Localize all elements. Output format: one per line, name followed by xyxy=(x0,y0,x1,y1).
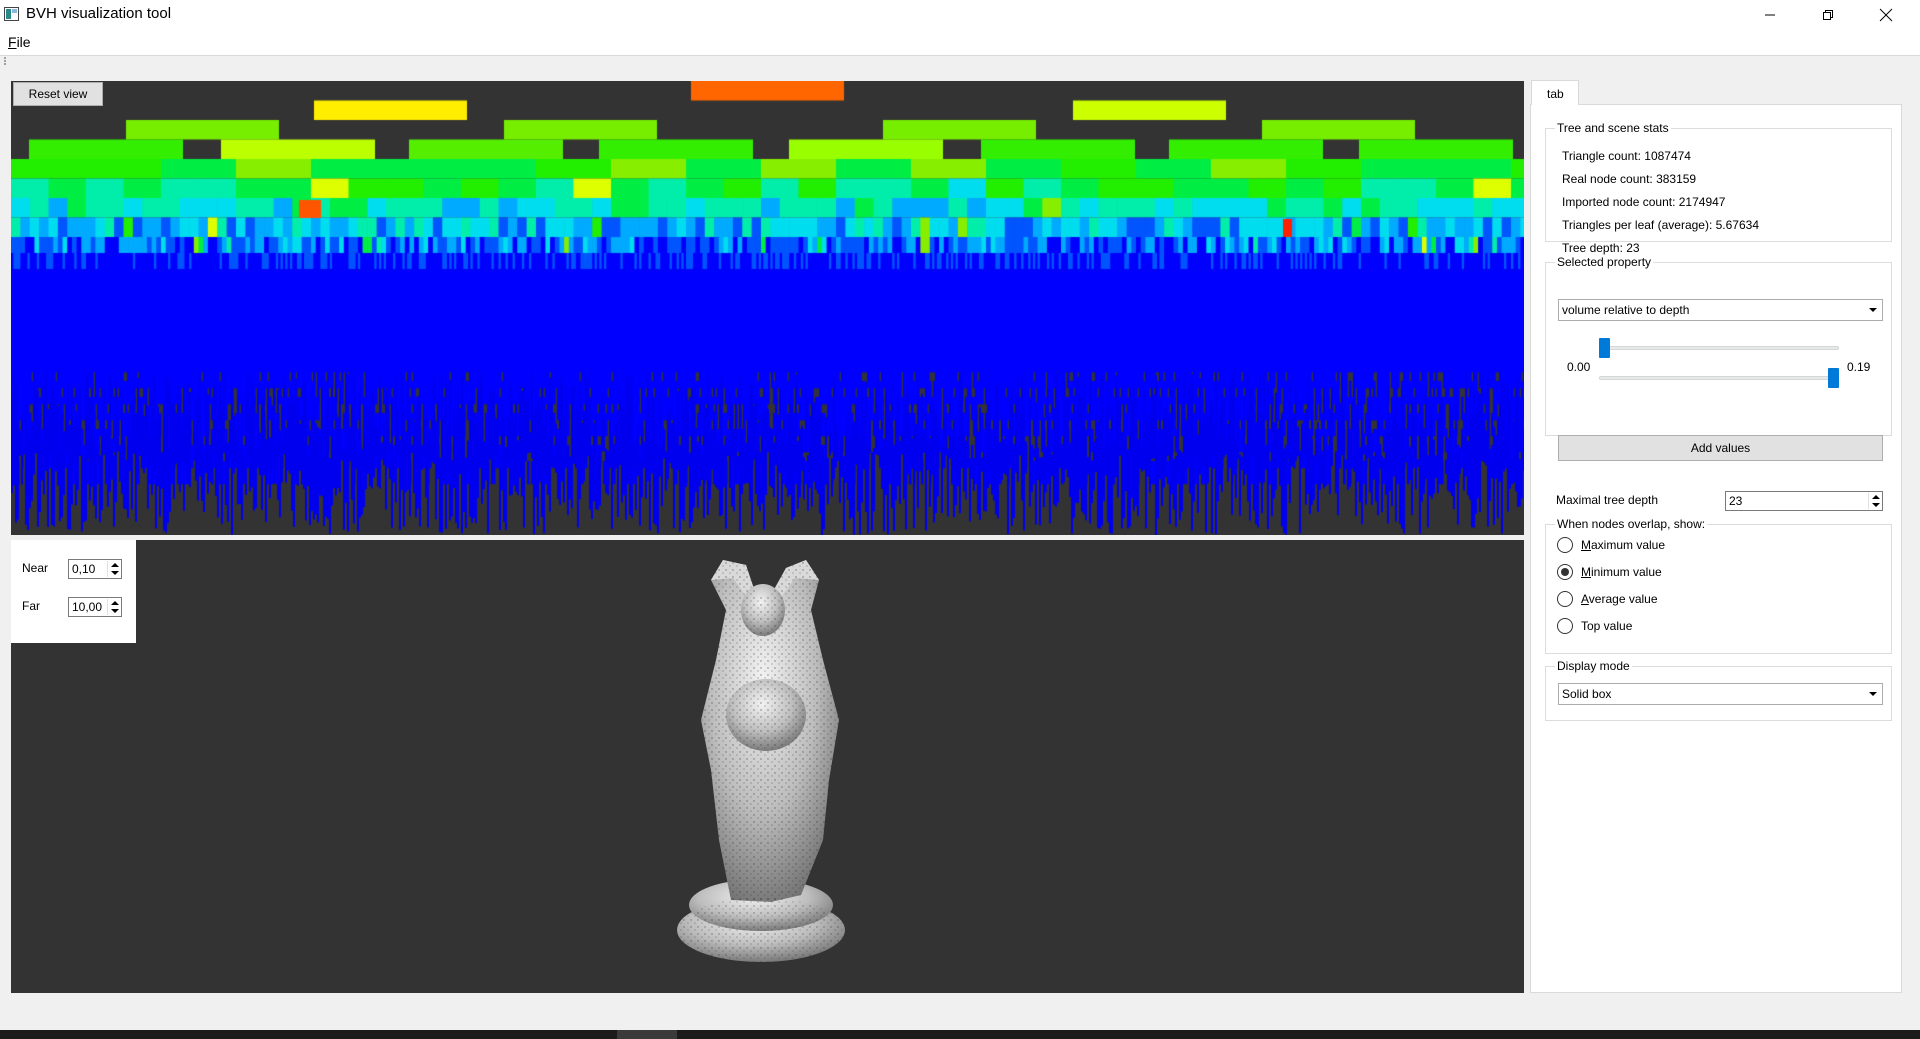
arrow-down-icon[interactable] xyxy=(1872,503,1880,507)
close-icon xyxy=(1879,8,1893,22)
radio-average-value[interactable]: Average value xyxy=(1557,589,1658,609)
radio-label: Maximum value xyxy=(1581,538,1666,552)
radio-maximum-value[interactable]: Maximum value xyxy=(1557,535,1665,555)
property-title: Selected property xyxy=(1555,255,1654,269)
add-values-button[interactable]: Add values xyxy=(1558,435,1883,461)
max-depth-stepper[interactable] xyxy=(1868,493,1881,509)
property-selected: volume relative to depth xyxy=(1562,303,1690,317)
arrow-down-icon[interactable] xyxy=(111,571,119,575)
taskbar-item xyxy=(617,1030,677,1039)
radio-label: Average value xyxy=(1581,592,1658,606)
max-depth-label: Maximal tree depth xyxy=(1556,493,1659,507)
menu-file-label: ile xyxy=(16,34,31,50)
arrow-down-icon[interactable] xyxy=(111,609,119,613)
menu-divider xyxy=(0,55,1920,56)
max-depth-input[interactable] xyxy=(1727,493,1865,509)
far-spinbox[interactable] xyxy=(68,597,122,617)
display-mode-selected: Solid box xyxy=(1562,687,1612,701)
range-max-label: 0.19 xyxy=(1847,360,1871,374)
near-spinbox[interactable] xyxy=(68,559,122,579)
menu-bar: File xyxy=(0,30,1920,55)
radio-button[interactable] xyxy=(1557,537,1573,553)
lower-slider-handle[interactable] xyxy=(1599,338,1610,358)
lower-slider-track[interactable] xyxy=(1599,346,1839,350)
radio-button[interactable] xyxy=(1557,618,1573,634)
real-node-count: Real node count: 383159 xyxy=(1562,172,1697,186)
window-title: BVH visualization tool xyxy=(26,5,172,22)
3d-render-view[interactable]: Near Far xyxy=(11,540,1524,993)
menu-file-mnemonic: F xyxy=(8,34,17,50)
side-panel: tab Tree and scene stats Triangle count:… xyxy=(1530,80,1902,993)
restore-button[interactable] xyxy=(1799,0,1857,30)
stats-title: Tree and scene stats xyxy=(1555,121,1671,135)
bvh-heatmap-canvas[interactable] xyxy=(11,81,1524,535)
radio-button[interactable] xyxy=(1557,564,1573,580)
minimize-icon xyxy=(1765,14,1775,16)
upper-slider-handle[interactable] xyxy=(1828,368,1839,388)
tree-depth: Tree depth: 23 xyxy=(1562,241,1640,255)
overlap-title: When nodes overlap, show: xyxy=(1555,517,1708,531)
property-select[interactable]: volume relative to depth xyxy=(1558,299,1883,321)
chevron-down-icon xyxy=(1869,308,1877,312)
tab-main[interactable]: tab xyxy=(1531,80,1579,105)
restore-icon xyxy=(1823,10,1833,20)
radio-label: Minimum value xyxy=(1581,565,1662,579)
radio-button[interactable] xyxy=(1557,591,1573,607)
stats-group: Tree and scene stats Triangle count: 108… xyxy=(1545,121,1892,255)
near-input[interactable] xyxy=(70,561,104,577)
app-icon xyxy=(4,7,19,21)
menu-file[interactable]: File xyxy=(8,34,31,50)
near-label: Near xyxy=(22,561,49,575)
radio-label: Top value xyxy=(1581,619,1633,633)
minimize-button[interactable] xyxy=(1741,0,1799,30)
far-stepper[interactable] xyxy=(107,599,120,615)
arrow-up-icon[interactable] xyxy=(1872,495,1880,499)
upper-slider-track[interactable] xyxy=(1599,376,1839,380)
close-button[interactable] xyxy=(1857,0,1915,30)
taskbar-edge xyxy=(0,1030,1920,1039)
radio-top-value[interactable]: Top value xyxy=(1557,616,1632,636)
bvh-heatmap-view[interactable]: Reset view xyxy=(11,81,1524,535)
title-bar: BVH visualization tool xyxy=(0,0,1920,30)
radio-minimum-value[interactable]: Minimum value xyxy=(1557,562,1662,582)
far-input[interactable] xyxy=(70,599,104,615)
clipping-planes-panel: Near Far xyxy=(11,540,136,643)
buddha-statue-model xyxy=(677,560,845,962)
triangles-per-leaf: Triangles per leaf (average): 5.67634 xyxy=(1562,218,1760,232)
reset-view-button[interactable]: Reset view xyxy=(13,82,103,106)
display-title: Display mode xyxy=(1555,659,1632,673)
arrow-up-icon[interactable] xyxy=(111,601,119,605)
display-mode-select[interactable]: Solid box xyxy=(1558,683,1883,705)
imported-node-count: Imported node count: 2174947 xyxy=(1562,195,1726,209)
toolbar-grip[interactable] xyxy=(4,57,7,65)
tab-pane: Tree and scene stats Triangle count: 108… xyxy=(1530,104,1902,993)
max-depth-spinbox[interactable] xyxy=(1725,491,1883,511)
arrow-up-icon[interactable] xyxy=(111,563,119,567)
triangle-count: Triangle count: 1087474 xyxy=(1562,149,1691,163)
range-min-label: 0.00 xyxy=(1567,360,1591,374)
chevron-down-icon xyxy=(1869,692,1877,696)
far-label: Far xyxy=(22,599,40,613)
near-stepper[interactable] xyxy=(107,561,120,577)
